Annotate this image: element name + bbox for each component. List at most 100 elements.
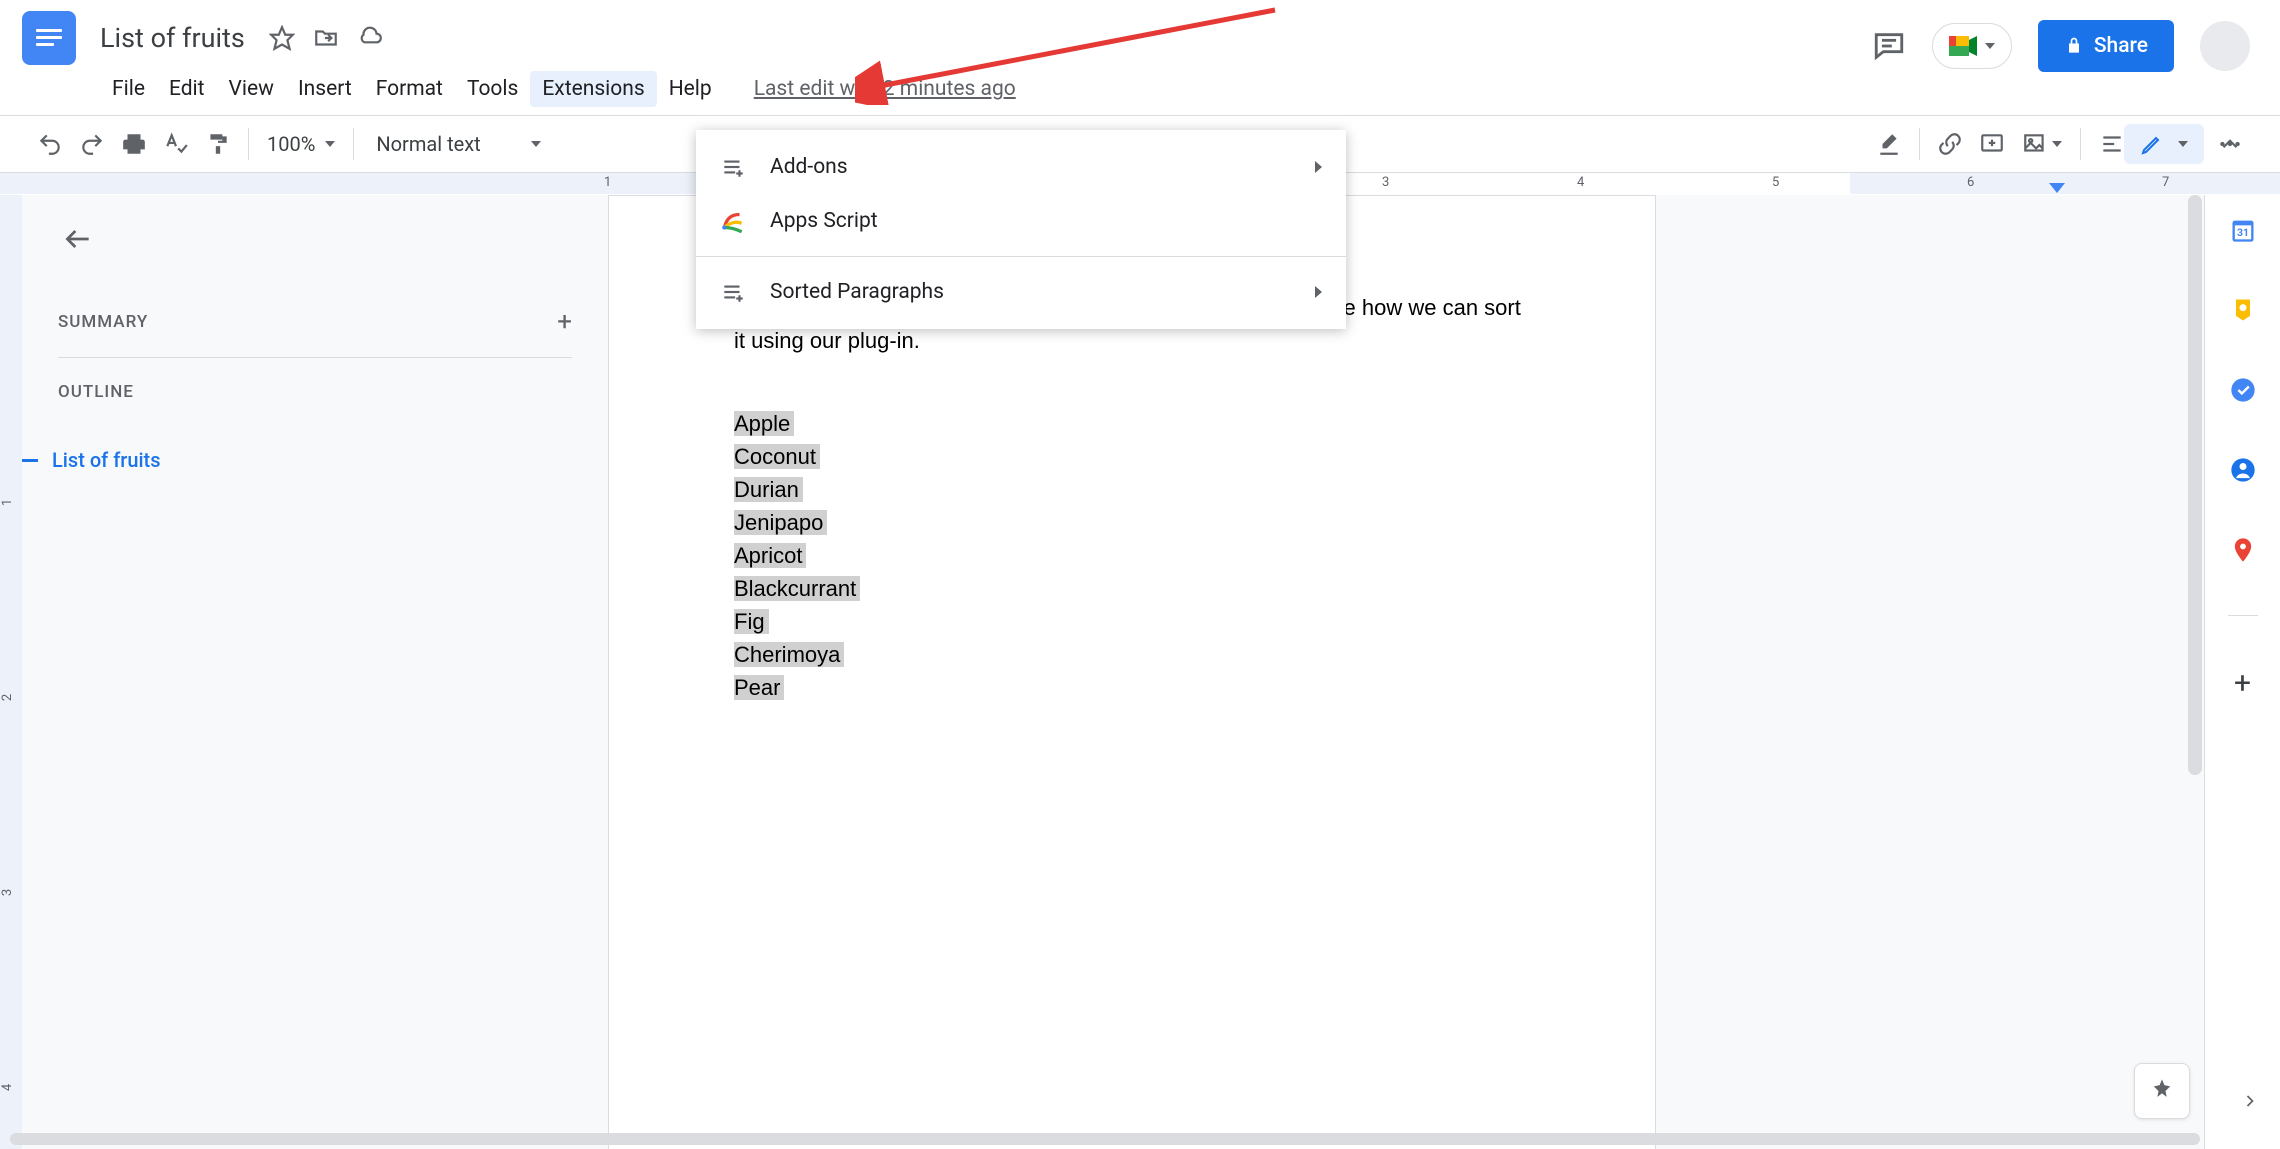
outline-panel: SUMMARY + OUTLINE List of fruits — [22, 195, 608, 1149]
document-title[interactable]: List of fruits — [94, 20, 251, 56]
pencil-icon — [2140, 132, 2164, 156]
spellcheck-button[interactable] — [156, 124, 196, 164]
sorted-paragraphs-icon — [720, 279, 746, 305]
share-label: Share — [2094, 34, 2148, 58]
divider — [58, 357, 572, 358]
style-value: Normal text — [376, 132, 480, 156]
insert-link-button[interactable] — [1930, 124, 1970, 164]
list-item[interactable]: Coconut — [734, 440, 820, 473]
add-comment-button[interactable] — [1972, 124, 2012, 164]
chevron-down-icon — [1985, 43, 1995, 49]
ruler-number: 4 — [1577, 175, 1584, 190]
menu-item-label: Apps Script — [770, 209, 878, 233]
document-page[interactable]: As you can see here we have an unsorted … — [608, 195, 1656, 1149]
outline-item-label: List of fruits — [52, 448, 161, 472]
menu-edit[interactable]: Edit — [157, 71, 217, 107]
ruler-number: 7 — [2162, 175, 2169, 190]
ruler-number: 3 — [1382, 175, 1389, 190]
divider — [2228, 615, 2258, 616]
highlight-color-button[interactable] — [1869, 124, 1909, 164]
comment-history-button[interactable] — [1872, 29, 1906, 63]
close-outline-button[interactable] — [58, 219, 98, 259]
ruler-number: 1 — [604, 175, 611, 190]
tasks-icon[interactable] — [2228, 375, 2258, 405]
menu-view[interactable]: View — [217, 71, 286, 107]
document-scroll-area[interactable]: As you can see here we have an unsorted … — [608, 195, 2204, 1149]
chevron-down-icon — [2052, 141, 2062, 147]
outline-item[interactable]: List of fruits — [58, 442, 572, 478]
star-icon[interactable] — [269, 25, 295, 51]
cloud-status-icon[interactable] — [357, 25, 383, 51]
vertical-scrollbar[interactable] — [2186, 195, 2204, 895]
menu-insert[interactable]: Insert — [286, 71, 364, 107]
horizontal-scrollbar[interactable] — [10, 1133, 2200, 1145]
toolbar-separator — [1919, 128, 1920, 160]
menu-extensions[interactable]: Extensions — [530, 71, 656, 107]
menu-item-label: Sorted Paragraphs — [770, 280, 944, 304]
apps-script-icon — [720, 208, 746, 234]
explore-button[interactable] — [2134, 1063, 2190, 1119]
list-item[interactable]: Durian — [734, 473, 803, 506]
move-folder-icon[interactable] — [313, 25, 339, 51]
list-item[interactable]: Jenipapo — [734, 506, 827, 539]
outline-heading: OUTLINE — [58, 382, 572, 402]
hide-sidepanel-button[interactable] — [2240, 1091, 2260, 1115]
menu-item-label: Add-ons — [770, 155, 848, 179]
menu-format[interactable]: Format — [364, 71, 455, 107]
ruler-number: 6 — [1967, 175, 1974, 190]
undo-button[interactable] — [30, 124, 70, 164]
list-item[interactable]: Apple — [734, 407, 794, 440]
menu-item-addons[interactable]: Add-ons — [696, 140, 1346, 194]
summary-heading: SUMMARY — [58, 312, 148, 332]
menu-item-sorted-paragraphs[interactable]: Sorted Paragraphs — [696, 265, 1346, 319]
insert-image-button[interactable] — [2014, 124, 2070, 164]
lock-icon — [2064, 36, 2084, 56]
side-panel: 31 + — [2204, 195, 2280, 1149]
editing-mode-button[interactable] — [2124, 124, 2204, 164]
svg-text:31: 31 — [2236, 226, 2248, 239]
vertical-ruler[interactable]: 1 2 3 4 — [0, 195, 22, 1149]
docs-logo-icon[interactable] — [22, 11, 76, 65]
contacts-icon[interactable] — [2228, 455, 2258, 485]
meet-button[interactable] — [1932, 23, 2012, 69]
outline-marker-icon — [22, 459, 38, 462]
add-summary-button[interactable]: + — [557, 307, 572, 337]
zoom-select[interactable]: 100% — [259, 128, 343, 160]
ruler-number: 5 — [1772, 175, 1779, 190]
paint-format-button[interactable] — [198, 124, 238, 164]
chevron-down-icon — [531, 141, 541, 147]
divider — [696, 256, 1346, 257]
menu-help[interactable]: Help — [657, 71, 724, 107]
avatar[interactable] — [2200, 21, 2250, 71]
menu-file[interactable]: File — [100, 71, 157, 107]
share-button[interactable]: Share — [2038, 20, 2174, 72]
fruit-list[interactable]: Apple Coconut Durian Jenipapo Apricot Bl… — [734, 407, 1535, 704]
list-item[interactable]: Cherimoya — [734, 638, 844, 671]
list-item[interactable]: Fig — [734, 605, 769, 638]
print-button[interactable] — [114, 124, 154, 164]
last-edit-link[interactable]: Last edit was 2 minutes ago — [754, 77, 1016, 101]
meet-icon — [1949, 34, 1979, 58]
get-addons-button[interactable]: + — [2234, 666, 2251, 701]
list-item[interactable]: Apricot — [734, 539, 806, 572]
maps-icon[interactable] — [2228, 535, 2258, 565]
chevron-down-icon — [325, 141, 335, 147]
keep-icon[interactable] — [2228, 295, 2258, 325]
list-item[interactable]: Blackcurrant — [734, 572, 860, 605]
redo-button[interactable] — [72, 124, 112, 164]
chevron-down-icon — [2178, 141, 2188, 147]
toolbar-separator — [353, 128, 354, 160]
calendar-icon[interactable]: 31 — [2228, 215, 2258, 245]
chevron-right-icon — [1315, 286, 1322, 298]
menu-tools[interactable]: Tools — [455, 71, 530, 107]
chevron-right-icon — [1315, 161, 1322, 173]
menu-item-apps-script[interactable]: Apps Script — [696, 194, 1346, 248]
toolbar-separator — [248, 128, 249, 160]
extensions-dropdown: Add-ons Apps Script Sorted Paragraphs — [696, 130, 1346, 329]
ruler-right-indent-marker[interactable] — [2049, 183, 2065, 193]
list-item[interactable]: Pear — [734, 671, 784, 704]
zoom-value: 100% — [267, 132, 315, 156]
paragraph-style-select[interactable]: Normal text — [364, 128, 552, 160]
hide-menus-button[interactable] — [2210, 124, 2250, 164]
toolbar-separator — [2080, 128, 2081, 160]
